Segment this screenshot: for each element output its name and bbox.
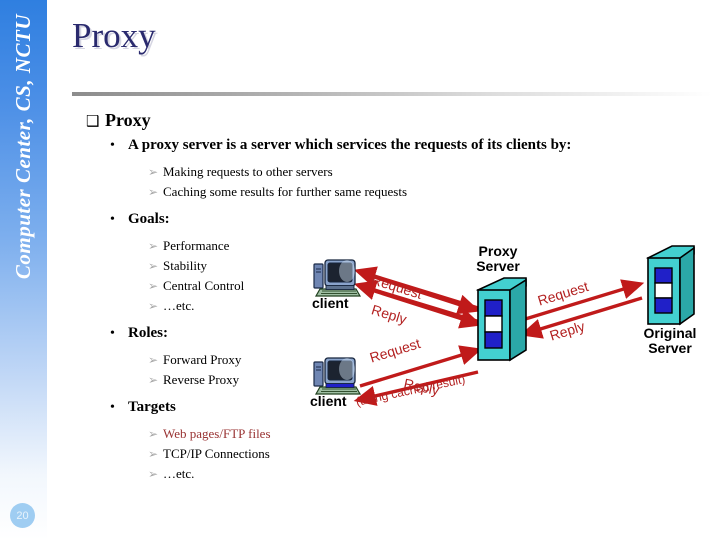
bullet-item: • A proxy server is a server which servi… (86, 136, 706, 155)
sub-bullet-label: Forward Proxy (163, 352, 242, 367)
arrow-bullet-icon: ➢ (148, 353, 159, 367)
sub-bullet-item: ➢ TCP/IP Connections (86, 445, 706, 463)
arrow-bullet-icon: ➢ (148, 259, 159, 273)
sub-bullet-item: ➢ Caching some results for further same … (86, 183, 706, 201)
dot-bullet-icon: • (110, 400, 115, 415)
bullet-section-label: Proxy (105, 110, 151, 130)
sub-bullet-label: …etc. (163, 466, 195, 481)
dot-bullet-icon: • (110, 326, 115, 341)
arrow-bullet-icon: ➢ (148, 373, 159, 387)
dot-bullet-icon: • (110, 138, 115, 153)
sub-bullet-item: ➢ …etc. (86, 465, 706, 483)
sub-bullet-label: Caching some results for further same re… (163, 184, 408, 199)
client-bottom-label: client (310, 393, 347, 409)
bullet-section-proxy: ❑ Proxy (86, 110, 706, 131)
dot-bullet-icon: • (110, 212, 115, 227)
page-number-badge: 20 (10, 503, 35, 528)
sidebar-text-container: Computer Center, CS, NCTU (0, 14, 47, 464)
sub-bullet-label: TCP/IP Connections (163, 446, 270, 461)
client-computer-icon (313, 259, 362, 297)
sub-bullet-label: Making requests to other servers (163, 164, 333, 179)
sub-bullet-label: Web pages/FTP files (163, 426, 271, 441)
original-server-label: Original Server (643, 325, 697, 356)
sub-bullet-label: Reverse Proxy (163, 372, 240, 387)
client-top-label: client (312, 295, 349, 311)
sub-bullet-label: Central Control (163, 278, 245, 293)
client-computer-icon (313, 357, 362, 395)
page-title: Proxy (72, 16, 156, 55)
bullet-item: • Goals: (86, 210, 706, 229)
bullet-item-label: Targets (128, 399, 176, 415)
original-server-icon (645, 245, 695, 326)
proxy-server-icon (475, 277, 527, 362)
arrow-bullet-icon: ➢ (148, 467, 159, 481)
bullet-item-label: Goals: (128, 211, 170, 227)
sidebar-branding-label: Computer Center, CS, NCTU (11, 14, 35, 280)
proxy-server-label: Proxy Server (476, 243, 520, 274)
title-divider (72, 92, 712, 96)
sub-bullet-label: Stability (163, 258, 208, 273)
sub-bullet-label: …etc. (163, 298, 195, 313)
arrow-bullet-icon: ➢ (148, 299, 159, 313)
arrow-bullet-icon: ➢ (148, 185, 159, 199)
arrow-bullet-icon: ➢ (148, 165, 159, 179)
sub-bullet-item: ➢ Making requests to other servers (86, 163, 706, 181)
bullet-item-label: Roles: (128, 325, 168, 341)
arrow-bullet-icon: ➢ (148, 447, 159, 461)
square-bullet-icon: ❑ (86, 112, 100, 130)
sub-bullet-item: ➢ Web pages/FTP files (86, 425, 706, 443)
sidebar: Computer Center, CS, NCTU 20 (0, 0, 47, 540)
bullet-item-label: A proxy server is a server which service… (128, 137, 572, 153)
arrow-bullet-icon: ➢ (148, 427, 159, 441)
proxy-architecture-diagram: client client Proxy Server Original Serv… (300, 240, 720, 420)
arrow-bullet-icon: ➢ (148, 239, 159, 253)
arrow-bullet-icon: ➢ (148, 279, 159, 293)
sub-bullet-label: Performance (163, 238, 230, 253)
